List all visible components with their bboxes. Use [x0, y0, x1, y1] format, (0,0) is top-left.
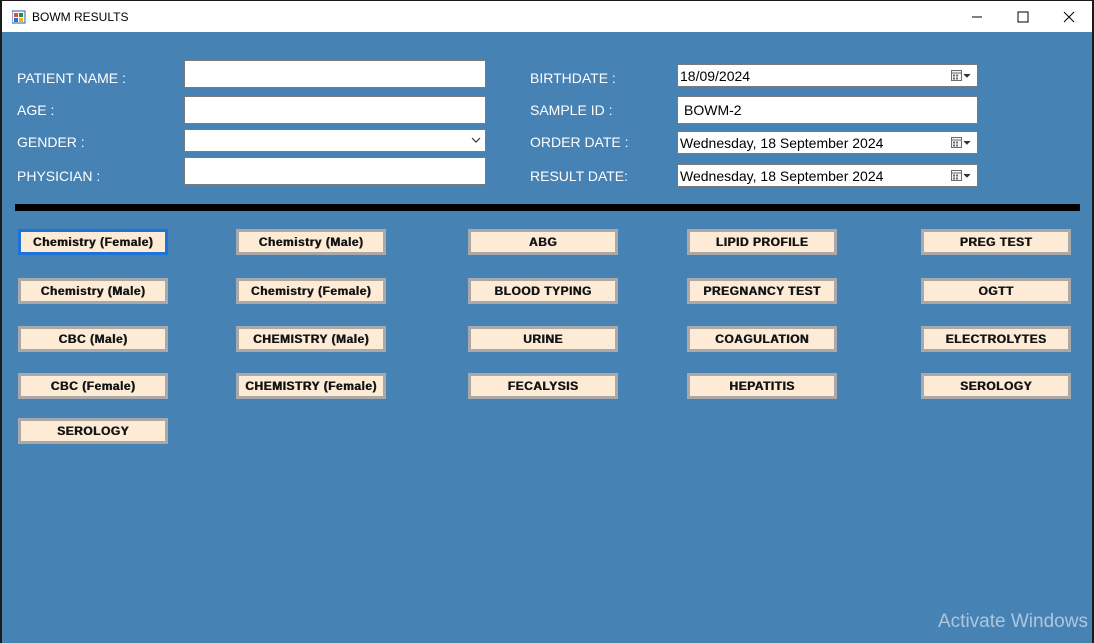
- test-button-cbc-male[interactable]: CBC (Male): [18, 326, 168, 352]
- test-button-chem-male[interactable]: Chemistry (Male): [236, 229, 386, 255]
- calendar-dropdown-icon: [951, 70, 971, 81]
- close-icon: [1063, 11, 1075, 23]
- order-date-label: ORDER DATE :: [530, 134, 629, 150]
- order-date-picker[interactable]: Wednesday, 18 September 2024: [677, 131, 978, 154]
- test-button-lipid-profile[interactable]: LIPID PROFILE: [687, 229, 837, 255]
- app-icon: [12, 10, 26, 24]
- test-button-chemistry-male-2[interactable]: CHEMISTRY (Male): [236, 326, 386, 352]
- gender-label: GENDER :: [17, 134, 85, 150]
- test-button-electrolytes[interactable]: ELECTROLYTES: [921, 326, 1071, 352]
- sample-id-input[interactable]: [677, 96, 978, 124]
- test-button-chem-female[interactable]: Chemistry (Female): [236, 278, 386, 304]
- test-button-chemistry-female[interactable]: Chemistry (Female): [18, 229, 168, 255]
- activate-windows-watermark: Activate Windows: [938, 611, 1088, 632]
- calendar-dropdown-icon: [951, 137, 971, 148]
- test-button-fecalysis[interactable]: FECALYSIS: [468, 373, 618, 399]
- test-button-blood-typing[interactable]: BLOOD TYPING: [468, 278, 618, 304]
- test-button-hepatitis[interactable]: HEPATITIS: [687, 373, 837, 399]
- birthdate-label: BIRTHDATE :: [530, 70, 616, 86]
- result-date-label: RESULT DATE:: [530, 168, 629, 184]
- close-button[interactable]: [1046, 1, 1092, 32]
- gender-select[interactable]: [184, 129, 486, 152]
- chevron-down-icon: [471, 137, 481, 143]
- physician-input[interactable]: [184, 157, 486, 185]
- test-button-serology[interactable]: SEROLOGY: [18, 418, 168, 444]
- test-button-chemistry-male[interactable]: Chemistry (Male): [18, 278, 168, 304]
- age-label: AGE :: [17, 102, 55, 118]
- minimize-icon: [972, 16, 982, 18]
- test-button-urine[interactable]: URINE: [468, 326, 618, 352]
- maximize-button[interactable]: [1000, 1, 1046, 32]
- main-panel: PATIENT NAME : AGE : GENDER : PHYSICIAN …: [2, 32, 1092, 643]
- window-title: BOWM RESULTS: [32, 10, 129, 24]
- maximize-icon: [1017, 11, 1029, 23]
- test-button-preg-test[interactable]: PREG TEST: [921, 229, 1071, 255]
- section-divider: [15, 204, 1080, 211]
- order-date-value: Wednesday, 18 September 2024: [680, 135, 884, 151]
- title-bar: BOWM RESULTS: [2, 1, 1092, 32]
- birthdate-value: 18/09/2024: [680, 68, 751, 84]
- calendar-dropdown-icon: [951, 170, 971, 181]
- test-button-coagulation[interactable]: COAGULATION: [687, 326, 837, 352]
- test-button-serology-2[interactable]: SEROLOGY: [921, 373, 1071, 399]
- test-button-abg[interactable]: ABG: [468, 229, 618, 255]
- patient-name-label: PATIENT NAME :: [17, 70, 126, 86]
- sample-id-label: SAMPLE ID :: [530, 102, 613, 118]
- patient-name-input[interactable]: [184, 60, 486, 88]
- result-date-picker[interactable]: Wednesday, 18 September 2024: [677, 164, 978, 187]
- test-button-pregnancy-test[interactable]: PREGNANCY TEST: [687, 278, 837, 304]
- test-button-chemistry-female-2[interactable]: CHEMISTRY (Female): [236, 373, 386, 399]
- test-button-cbc-female[interactable]: CBC (Female): [18, 373, 168, 399]
- minimize-button[interactable]: [954, 1, 1000, 32]
- age-input[interactable]: [184, 96, 486, 124]
- birthdate-picker[interactable]: 18/09/2024: [677, 64, 978, 87]
- result-date-value: Wednesday, 18 September 2024: [680, 168, 884, 184]
- test-button-ogtt[interactable]: OGTT: [921, 278, 1071, 304]
- app-window: BOWM RESULTS PATIENT NAME : AGE : GENDER…: [2, 1, 1092, 643]
- physician-label: PHYSICIAN :: [17, 168, 101, 184]
